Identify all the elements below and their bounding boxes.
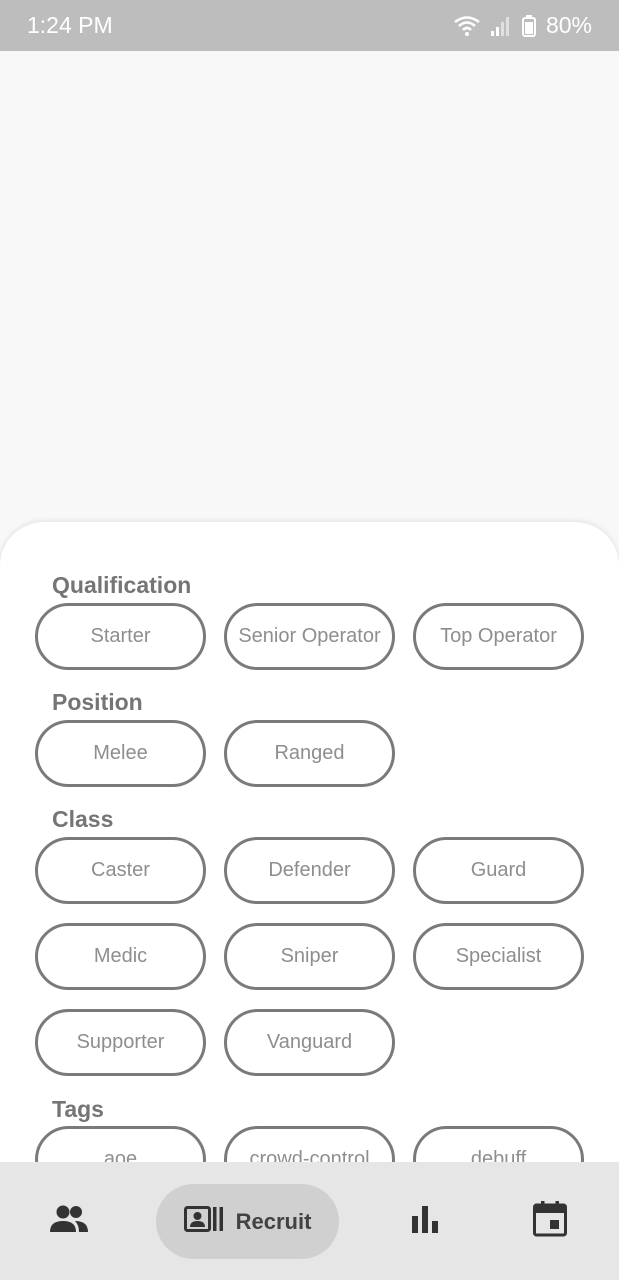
status-bar: 1:24 PM 80% — [0, 0, 619, 51]
chip-sniper[interactable]: Sniper — [224, 923, 395, 990]
status-icons: 80% — [454, 12, 592, 39]
battery-icon — [521, 14, 536, 37]
nav-item-recruit[interactable]: Recruit — [156, 1184, 339, 1259]
chip-specialist[interactable]: Specialist — [413, 923, 584, 990]
wifi-icon — [454, 15, 480, 36]
battery-percent: 80% — [545, 12, 592, 38]
content-area — [0, 51, 619, 531]
signal-icon — [490, 16, 512, 36]
chip-top-operator[interactable]: Top Operator — [413, 603, 584, 670]
section-title-tags: Tags — [52, 1096, 104, 1122]
chip-vanguard[interactable]: Vanguard — [224, 1009, 395, 1076]
chip-guard[interactable]: Guard — [413, 837, 584, 904]
bottom-navigation: Recruit — [0, 1162, 619, 1280]
chip-ranged[interactable]: Ranged — [224, 720, 395, 787]
status-time: 1:24 PM — [27, 12, 113, 38]
section-title-qualification: Qualification — [52, 572, 192, 598]
filter-sheet: Qualification Starter Senior Operator To… — [0, 522, 619, 1242]
calendar-icon — [533, 1201, 567, 1242]
chip-melee[interactable]: Melee — [35, 720, 206, 787]
chip-medic[interactable]: Medic — [35, 923, 206, 990]
recruit-card-icon — [183, 1206, 224, 1237]
chip-defender[interactable]: Defender — [224, 837, 395, 904]
section-title-class: Class — [52, 806, 114, 832]
nav-item-operators[interactable] — [30, 1184, 108, 1259]
chip-caster[interactable]: Caster — [35, 837, 206, 904]
nav-label-recruit: Recruit — [235, 1208, 312, 1234]
chip-supporter[interactable]: Supporter — [35, 1009, 206, 1076]
bar-chart-icon — [410, 1204, 440, 1239]
nav-item-stats[interactable] — [395, 1184, 455, 1259]
people-icon — [49, 1204, 89, 1239]
nav-item-calendar[interactable] — [520, 1184, 580, 1259]
section-title-position: Position — [52, 689, 143, 715]
chip-starter[interactable]: Starter — [35, 603, 206, 670]
chip-senior-operator[interactable]: Senior Operator — [224, 603, 395, 670]
